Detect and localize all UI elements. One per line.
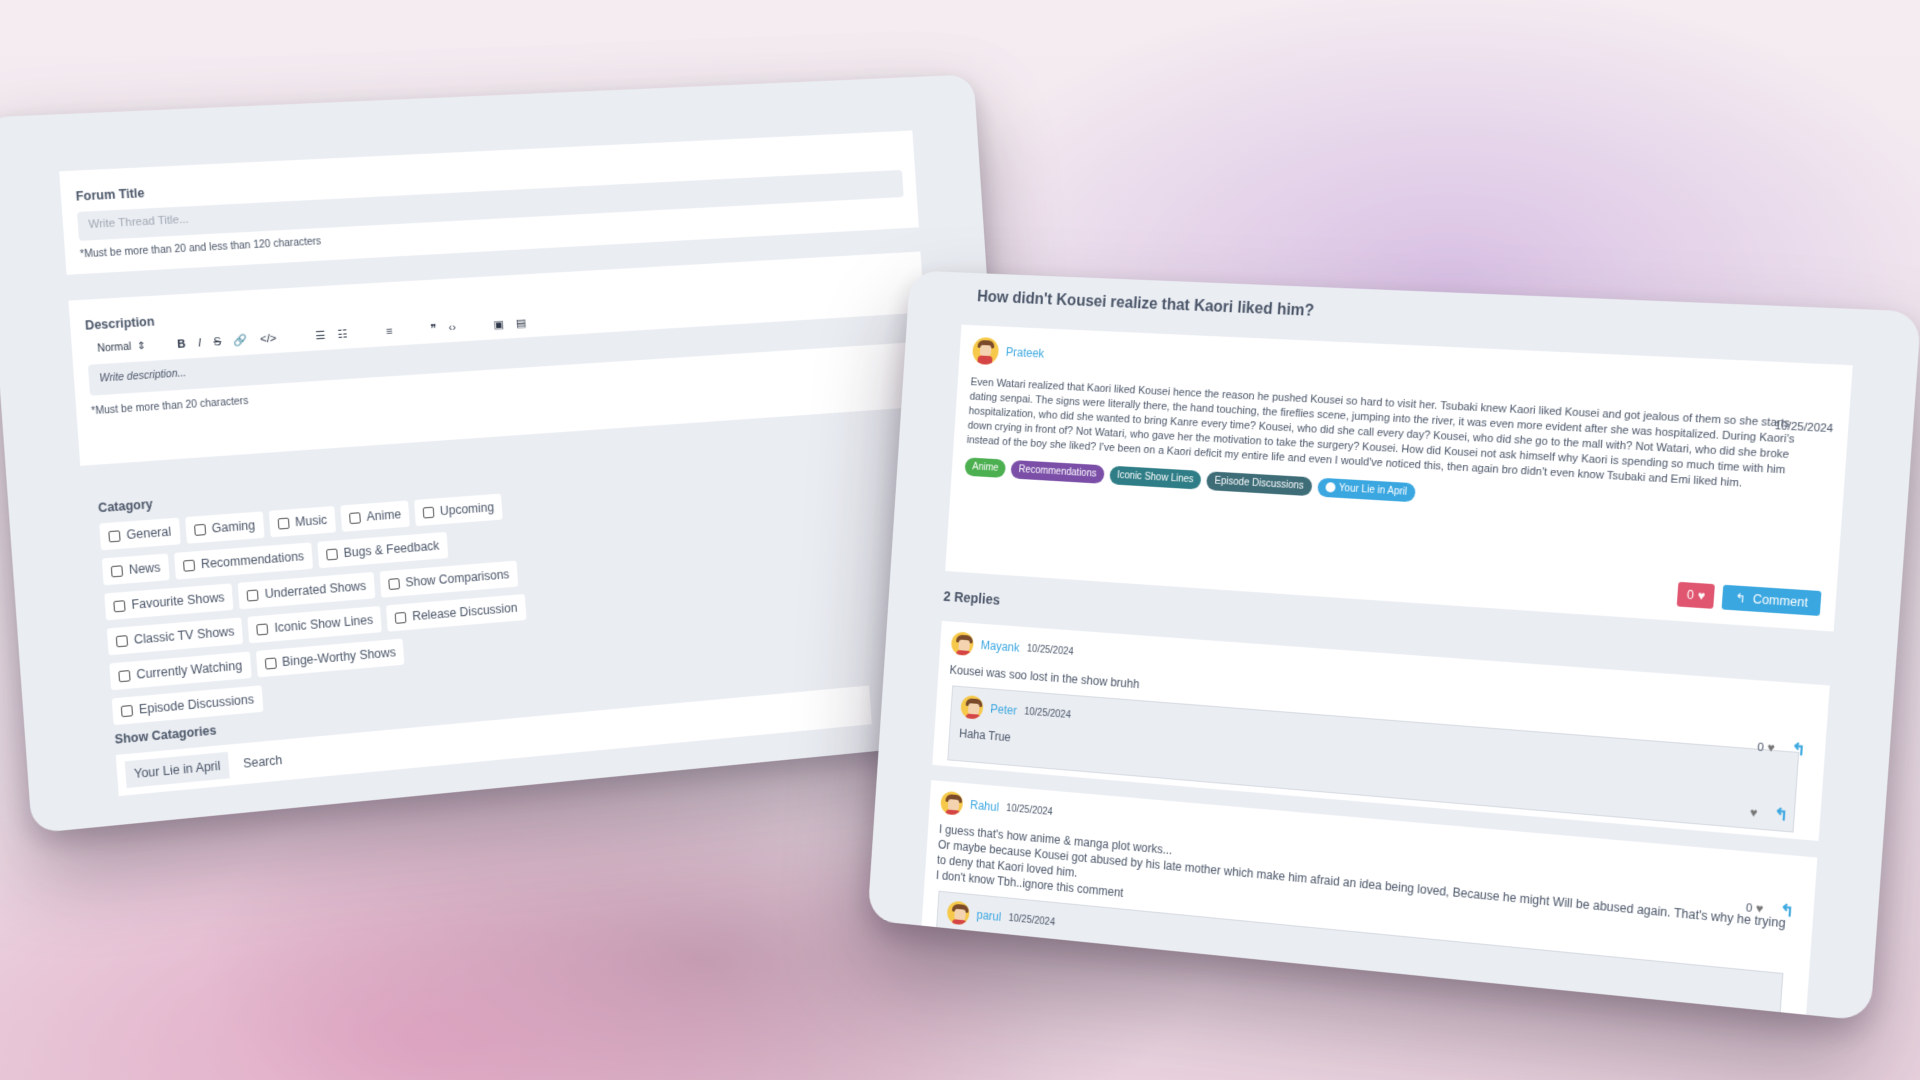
replies-count: 2 Replies: [943, 588, 1001, 608]
thread-view: How didn't Kousei realize that Kaori lik…: [867, 270, 1920, 1022]
category-checkbox[interactable]: Episode Discussions: [111, 685, 264, 726]
category-checkbox[interactable]: Binge-Worthy Shows: [255, 638, 405, 678]
heart-icon: ♥: [1755, 900, 1764, 917]
category-checkbox[interactable]: Bugs & Feedback: [317, 531, 449, 569]
quote-icon[interactable]: ❞: [430, 322, 437, 335]
category-checkbox[interactable]: Music: [268, 505, 337, 538]
category-checkbox[interactable]: Currently Watching: [109, 651, 252, 691]
avatar: [946, 900, 971, 926]
nested-author[interactable]: parul: [976, 908, 1001, 924]
reply-icon[interactable]: ↰: [1791, 739, 1807, 761]
avatar: [950, 631, 975, 657]
category-checkbox[interactable]: Recommendations: [174, 542, 314, 580]
show-tag[interactable]: Your Lie in April: [124, 751, 230, 789]
tag-badge[interactable]: Episode Discussions: [1206, 471, 1313, 497]
category-checkbox[interactable]: Anime: [340, 500, 410, 532]
avatar: [971, 336, 1000, 366]
heart-icon[interactable]: ♥: [1749, 805, 1758, 820]
bullet-list-icon[interactable]: ☷: [337, 327, 348, 341]
video-icon[interactable]: ▤: [515, 316, 526, 330]
thread-title: How didn't Kousei realize that Kaori lik…: [976, 288, 1315, 320]
like-button[interactable]: 0 ♥: [1676, 581, 1716, 609]
nested-author[interactable]: Peter: [990, 702, 1017, 718]
reply-author[interactable]: Mayank: [980, 638, 1020, 654]
italic-icon[interactable]: I: [198, 337, 202, 349]
forum-title-panel: Forum Title Write Thread Title... *Must …: [59, 130, 919, 275]
category-list: General Gaming Music Anime Upcoming News…: [99, 492, 541, 726]
nested-date: 10/25/2024: [1008, 912, 1056, 928]
category-checkbox[interactable]: Favourite Shows: [104, 583, 234, 621]
avatar: [960, 694, 984, 720]
reply-like-count[interactable]: 0 ♥: [1757, 739, 1775, 755]
heart-icon: ♥: [1766, 740, 1776, 756]
category-checkbox[interactable]: Gaming: [184, 511, 265, 544]
reply-icon[interactable]: ↰: [1779, 900, 1795, 922]
comment-button[interactable]: ↰ Comment: [1721, 584, 1822, 616]
code-block-icon[interactable]: ‹›: [448, 321, 456, 333]
reply-date: 10/25/2024: [1026, 643, 1074, 658]
category-checkbox[interactable]: General: [99, 517, 181, 551]
category-checkbox[interactable]: Classic TV Shows: [106, 617, 244, 656]
author-name[interactable]: Prateek: [1005, 345, 1044, 360]
avatar: [940, 790, 964, 816]
tag-badge[interactable]: Your Lie in April: [1316, 477, 1416, 503]
tag-badge[interactable]: Iconic Show Lines: [1108, 465, 1202, 490]
tag-badge[interactable]: Anime: [964, 457, 1007, 479]
code-icon[interactable]: </>: [260, 332, 277, 345]
category-checkbox[interactable]: Show Comparisons: [379, 560, 519, 598]
link-icon[interactable]: 🔗: [233, 333, 248, 347]
nested-date: 10/25/2024: [1023, 706, 1072, 721]
create-thread-form: Forum Title Write Thread Title... *Must …: [0, 74, 1018, 834]
category-section: Catagory General Gaming Music Anime Upco…: [98, 470, 541, 726]
image-icon[interactable]: ▣: [493, 318, 504, 332]
thread-post: Prateek 10/25/2024 Even Watari realized …: [945, 324, 1853, 632]
reply-icon[interactable]: ↰: [1773, 804, 1789, 826]
strike-icon[interactable]: S: [213, 335, 221, 348]
bold-icon[interactable]: B: [177, 338, 186, 351]
heart-icon: ♥: [1696, 588, 1706, 604]
category-checkbox[interactable]: Iconic Show Lines: [247, 605, 383, 644]
category-checkbox[interactable]: News: [101, 553, 170, 586]
reply-arrow-icon: ↰: [1734, 590, 1747, 606]
description-panel: Description Normal ⇕ B I S 🔗 </> ☰ ☷ ≡ ❞…: [68, 251, 931, 466]
align-icon[interactable]: ≡: [386, 325, 393, 337]
show-search-input[interactable]: Search: [243, 753, 283, 771]
reply-author[interactable]: Rahul: [970, 798, 1000, 814]
tag-badge[interactable]: Recommendations: [1010, 459, 1105, 484]
reply-date: 10/25/2024: [1005, 802, 1054, 818]
category-checkbox[interactable]: Underrated Shows: [238, 572, 376, 610]
ordered-list-icon[interactable]: ☰: [315, 329, 326, 343]
category-checkbox[interactable]: Release Discussion: [386, 594, 527, 632]
show-thumbnail-icon: [1324, 482, 1336, 493]
category-checkbox[interactable]: Upcoming: [414, 493, 503, 527]
format-select[interactable]: Normal ⇕: [97, 341, 146, 355]
reply-like-count[interactable]: 0 ♥: [1745, 900, 1763, 916]
